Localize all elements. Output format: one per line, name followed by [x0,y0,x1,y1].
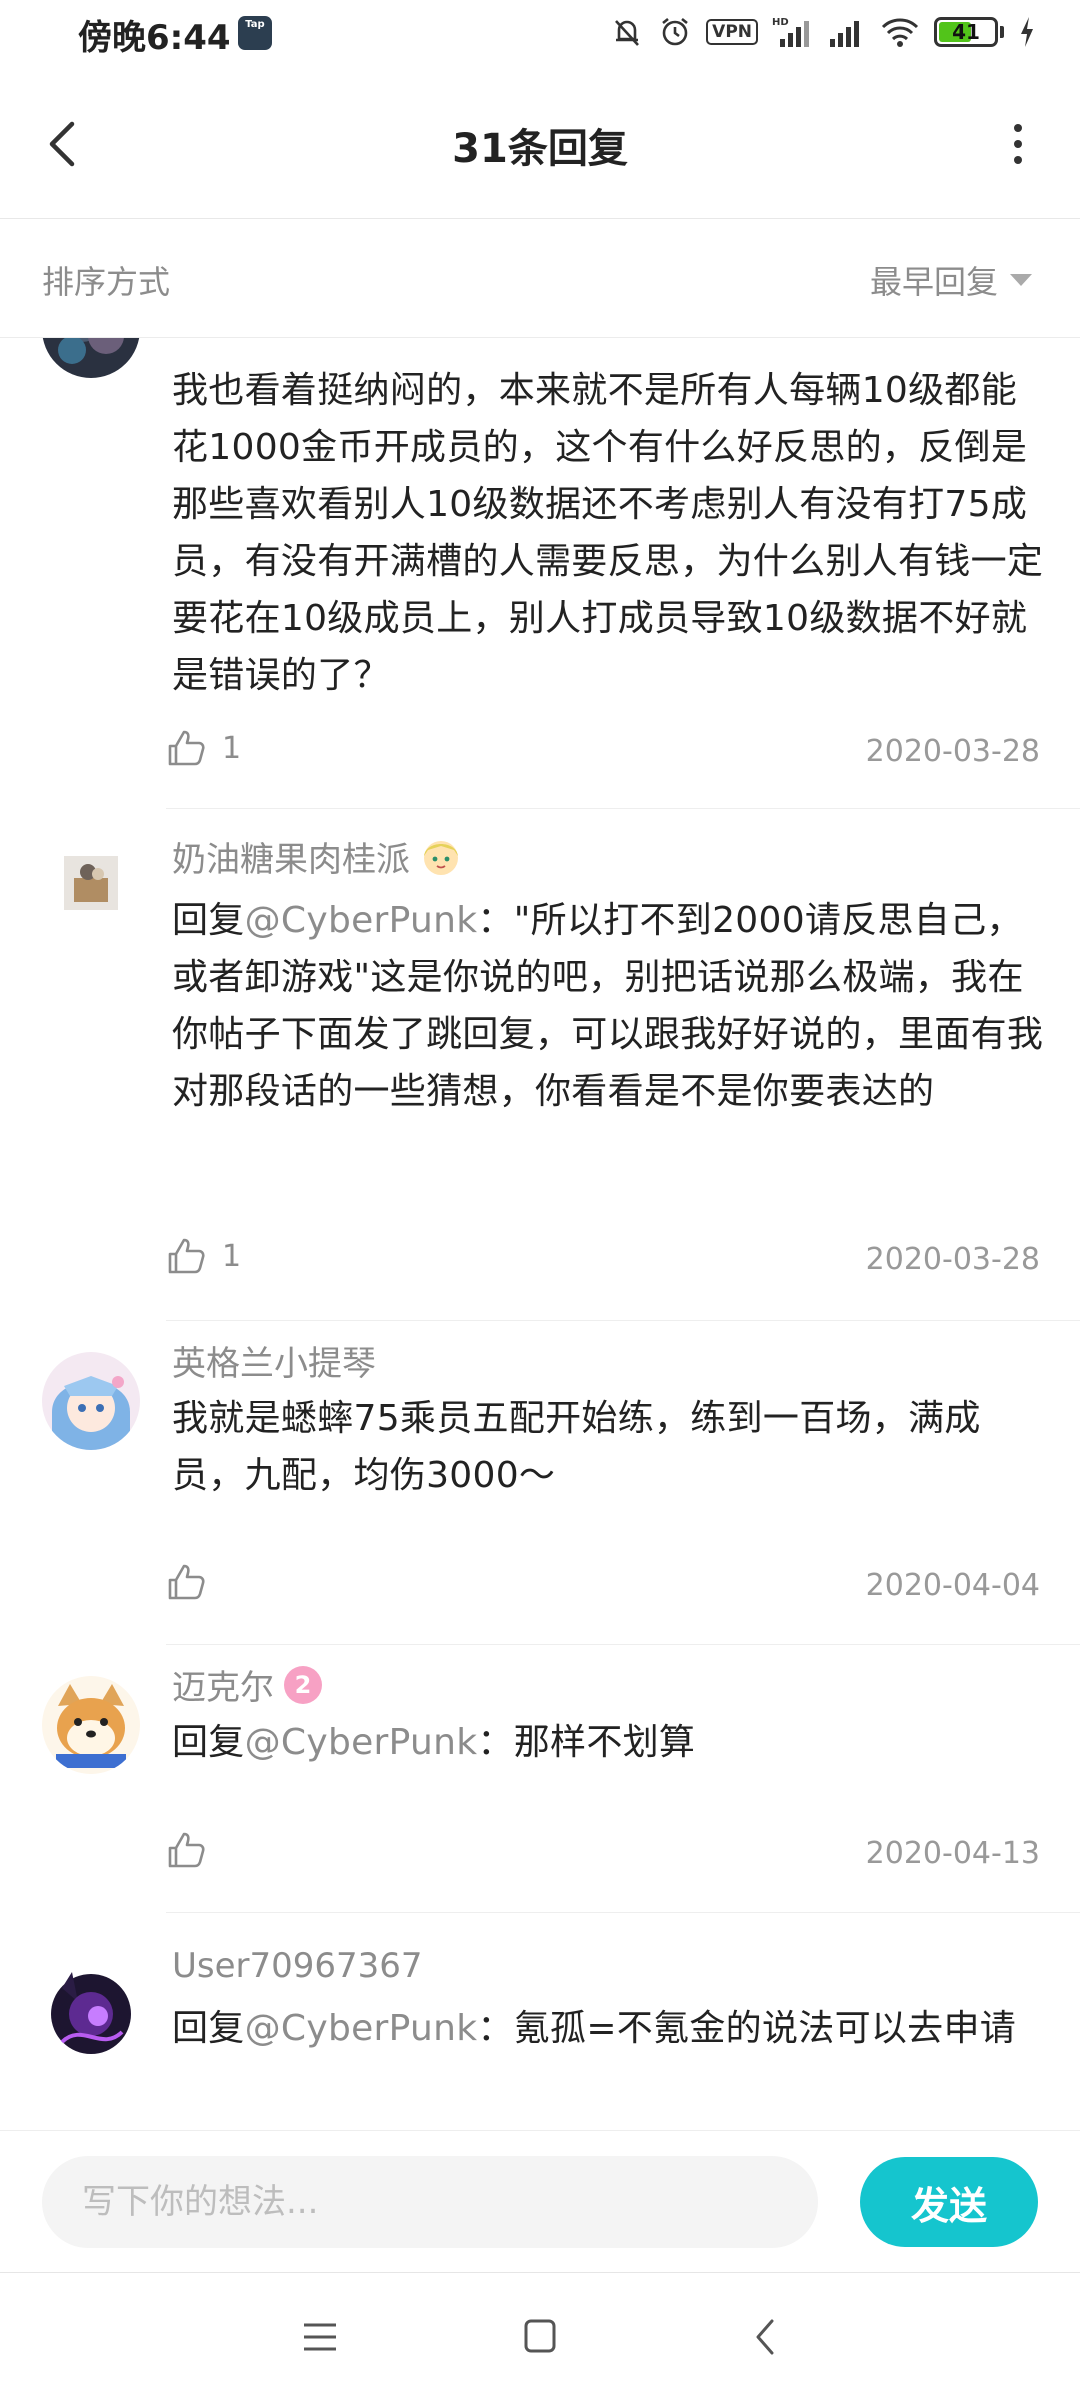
like-button[interactable]: 1 [166,1236,241,1276]
comment-text: 回复@CyberPunk：氪孤=不氪金的说法可以去申请 [172,2008,1017,2049]
reply-input-bar: 发送 [0,2130,1080,2271]
thumbs-up-icon [168,1564,205,1600]
avatar[interactable] [42,1962,140,2060]
wifi-icon [881,18,919,47]
mention-link[interactable]: @CyberPunk [245,1722,478,1763]
svg-text:HD: HD [772,17,789,28]
like-count: 1 [222,1238,242,1274]
like-button[interactable] [166,1562,222,1602]
comment-text: 我也看着挺纳闷的，本来就不是所有人每辆10级都能花1000金币开成员的，这个有什… [172,370,1044,696]
caret-down-icon [1010,274,1032,286]
chevron-left-icon [756,2319,774,2355]
page-title: 31条回复 [452,126,628,172]
status-bar: 傍晚6:44 Tap VPN HD 41 [0,0,1080,66]
sort-label: 排序方式 [42,263,171,301]
comment-date: 2020-04-13 [865,1836,1040,1871]
home-square-icon [524,2319,556,2353]
avatar[interactable] [42,338,140,378]
avatar[interactable] [42,1352,140,1450]
sort-dropdown[interactable]: 最早回复 [870,257,1032,303]
mute-bell-icon [615,20,640,46]
sort-bar: 排序方式 最早回复 [0,219,1080,338]
level-badge: 2 [284,1665,322,1704]
divider [166,1912,1080,1913]
like-button[interactable] [166,1830,222,1870]
nav-home-button[interactable] [510,2313,570,2361]
comment-username[interactable]: 迈克尔 2 [172,1660,322,1709]
comment-date: 2020-03-28 [865,734,1040,769]
like-count: 1 [222,730,242,766]
thumbs-up-icon [168,730,205,766]
comment-actions: 2020-04-13 [166,1830,1040,1880]
mention-link[interactable]: @CyberPunk [245,900,478,941]
send-button[interactable]: 发送 [860,2157,1038,2247]
comment-actions: 2020-04-04 [166,1562,1040,1612]
more-options-button[interactable] [996,114,1040,174]
taptap-icon: Tap [238,16,272,50]
comment-text: 回复@CyberPunk："所以打不到2000请反思自己，或者卸游戏"这是你说的… [172,900,1044,1112]
comment-username[interactable]: 英格兰小提琴 [172,1336,376,1385]
nav-back-button[interactable] [736,2313,796,2361]
vpn-badge: VPN [706,19,758,45]
sort-selected-value: 最早回复 [869,263,998,301]
divider [166,1320,1080,1321]
avatar[interactable] [42,1676,140,1774]
battery-icon: 41 [934,17,998,47]
comment-date: 2020-04-04 [865,1568,1040,1603]
more-vertical-icon [1014,124,1022,164]
avatar[interactable] [64,856,118,910]
thumbs-up-icon [168,1238,205,1274]
header: 31条回复 [0,70,1080,219]
charging-icon [1021,17,1033,47]
signal-hd-icon: HD [772,17,809,47]
comment-actions: 1 2020-03-28 [166,1236,1040,1286]
status-time: 傍晚6:44 [78,18,231,58]
comment-username[interactable]: User70967367 [172,1946,423,1986]
divider [166,1644,1080,1645]
comment-text: 我就是蟋蟀75乘员五配开始练，练到一百场，满成员，九配，均伤3000～ [172,1398,981,1496]
menu-icon [304,2323,336,2351]
system-nav-bar [0,2272,1080,2401]
like-button[interactable]: 1 [166,728,241,768]
divider [166,808,1080,809]
alarm-icon [662,17,688,46]
reply-input[interactable] [42,2156,818,2248]
comment-date: 2020-03-28 [865,1242,1040,1277]
status-icons: VPN HD 41 [610,10,1036,54]
comment-actions: 1 2020-03-28 [166,728,1040,778]
thumbs-up-icon [168,1832,205,1868]
character-badge-icon [424,840,458,875]
comment-username[interactable]: 奶油糖果肉桂派 [172,832,462,881]
comment-text: 回复@CyberPunk：那样不划算 [172,1722,696,1763]
mention-link[interactable]: @CyberPunk [245,2008,478,2049]
signal-icon [830,21,859,47]
nav-menu-button[interactable] [290,2313,350,2361]
comment-list[interactable]: 我也看着挺纳闷的，本来就不是所有人每辆10级都能花1000金币开成员的，这个有什… [0,338,1080,2130]
